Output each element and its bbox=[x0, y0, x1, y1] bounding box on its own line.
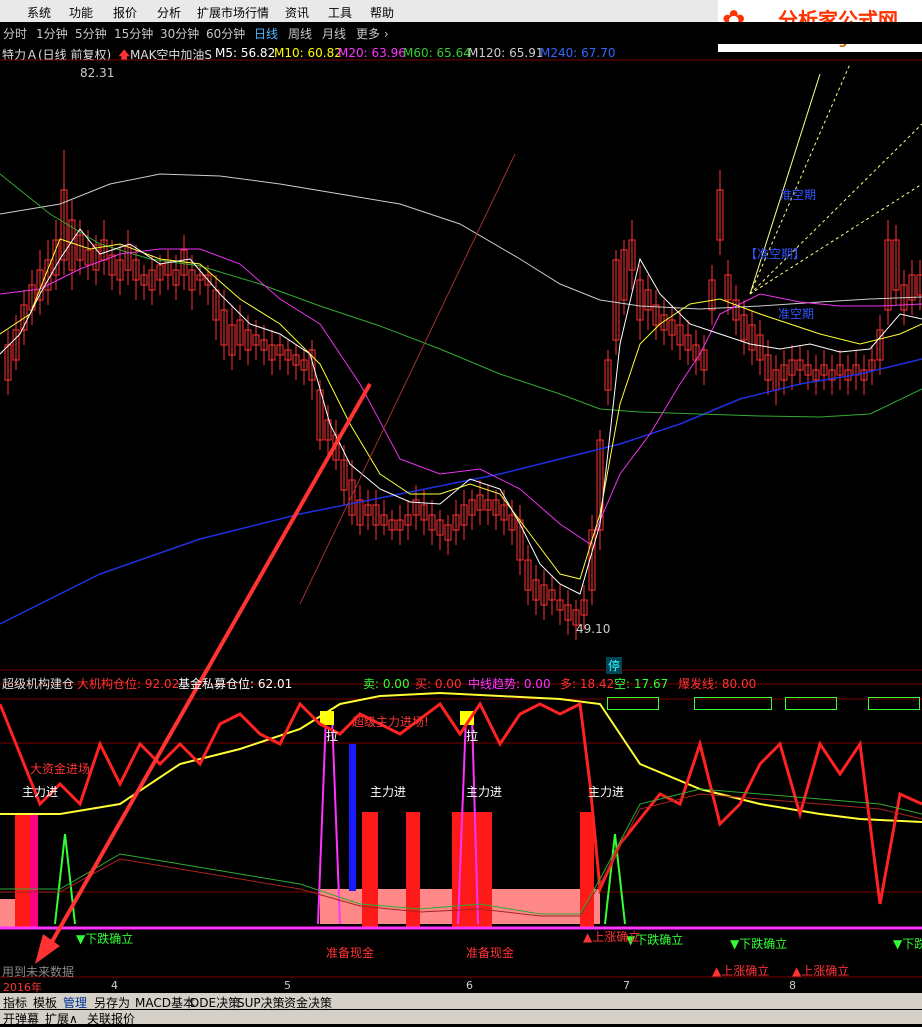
ma240-line bbox=[0, 358, 922, 625]
period-weekly[interactable]: 周线 bbox=[288, 25, 312, 42]
menu-quote[interactable]: 报价 bbox=[113, 4, 137, 21]
date-axis: 2016年 4 5 6 7 8 bbox=[0, 979, 922, 994]
tab-dde[interactable]: DDE决策 bbox=[190, 994, 240, 1011]
date-label: 7 bbox=[623, 979, 630, 992]
period-5min[interactable]: 5分钟 bbox=[75, 25, 107, 42]
fund-value: 基金私募仓位: 62.01 bbox=[178, 677, 293, 691]
main-in-label: 主力进 bbox=[466, 785, 503, 799]
tab-template[interactable]: 模板 bbox=[33, 994, 57, 1011]
sell-value: 卖: 0.00 bbox=[363, 677, 410, 691]
pull-label: 拉 bbox=[326, 729, 339, 743]
tab-manage[interactable]: 管理 bbox=[63, 994, 87, 1011]
date-label: 6 bbox=[466, 979, 473, 992]
date-label: 4 bbox=[111, 979, 118, 992]
period-monthly[interactable]: 月线 bbox=[322, 25, 346, 42]
buy-value: 买: 0.00 bbox=[415, 677, 462, 691]
stop-badge: 停 bbox=[606, 657, 623, 674]
trend-value: 中线趋势: 0.00 bbox=[468, 677, 551, 691]
price-chart[interactable] bbox=[0, 44, 922, 979]
menu-analysis[interactable]: 分析 bbox=[157, 4, 181, 21]
ma5-line bbox=[0, 228, 922, 595]
period-daily[interactable]: 日线 bbox=[254, 25, 278, 42]
candlestick-series bbox=[4, 150, 922, 640]
menu-extended-market[interactable]: 扩展市场行情 bbox=[197, 4, 269, 21]
ma10-line bbox=[0, 238, 922, 580]
main-in-label: 主力进 bbox=[22, 785, 59, 799]
main-in-label: 主力进 bbox=[588, 785, 625, 799]
blue-bar bbox=[349, 744, 356, 891]
tab-sup[interactable]: SUP决策 bbox=[237, 994, 285, 1011]
burst-value: 爆发线: 80.00 bbox=[678, 677, 757, 691]
big-money-label: 大资金进场 bbox=[30, 762, 91, 776]
signal-box bbox=[868, 697, 920, 710]
future-data-label: 用到未来数据 bbox=[2, 965, 75, 979]
main-in-label: 主力进 bbox=[370, 785, 407, 799]
period-timeshare[interactable]: 分时 bbox=[3, 25, 27, 42]
prepare-cash-label: 准备现金 bbox=[466, 946, 515, 960]
expand-button[interactable]: 扩展∧ bbox=[45, 1010, 78, 1027]
period-30min[interactable]: 30分钟 bbox=[160, 25, 199, 42]
menu-help[interactable]: 帮助 bbox=[370, 4, 394, 21]
sub-title: 超级机构建仓 bbox=[2, 677, 75, 691]
signal-box bbox=[694, 697, 772, 710]
chart-annotation-2: 【准空期】 bbox=[745, 247, 806, 261]
up-confirm-label: ▲上涨确立 bbox=[712, 964, 770, 978]
down-confirm-label: ▼下跌确立 bbox=[76, 932, 134, 946]
danmu-button[interactable]: 开弹幕 bbox=[3, 1010, 39, 1027]
date-label: 5 bbox=[284, 979, 291, 992]
related-quote-button[interactable]: 关联报价 bbox=[87, 1010, 135, 1027]
chart-annotation-3: 准空期 bbox=[778, 307, 815, 321]
chart-annotation-1: 准空期 bbox=[780, 188, 817, 202]
down-confirm-label: ▼下跌确立 bbox=[730, 937, 788, 951]
signal-box bbox=[607, 697, 659, 710]
tab-save-as[interactable]: 另存为 bbox=[94, 994, 130, 1011]
pull-label: 拉 bbox=[466, 729, 479, 743]
period-60min[interactable]: 60分钟 bbox=[206, 25, 245, 42]
tab-macd[interactable]: MACD基本 bbox=[135, 994, 195, 1011]
high-price-label: 82.31 bbox=[80, 66, 115, 80]
menu-tools[interactable]: 工具 bbox=[328, 4, 352, 21]
menu-system[interactable]: 系统 bbox=[27, 4, 51, 21]
menu-function[interactable]: 功能 bbox=[69, 4, 93, 21]
big-inst-value: 大机构仓位: 92.02 bbox=[77, 677, 180, 691]
tab-fund[interactable]: 资金决策 bbox=[284, 994, 332, 1011]
tab-indicator[interactable]: 指标 bbox=[3, 994, 27, 1011]
long-value: 多: 18.42 bbox=[560, 677, 615, 691]
short-value: 空: 17.67 bbox=[614, 677, 669, 691]
signal-box bbox=[785, 697, 837, 710]
period-more[interactable]: 更多 › bbox=[356, 25, 389, 42]
up-confirm-label: ▲上涨确立 bbox=[583, 930, 641, 944]
down-confirm-label: ▼下跌确立 bbox=[893, 937, 922, 951]
low-price-label: 49.10 bbox=[576, 622, 611, 636]
status-tabs: 开弹幕 扩展∧ 关联报价 bbox=[0, 1010, 922, 1027]
indicator-tabs: 指标 模板 管理 另存为 MACD基本 DDE决策 SUP决策 资金决策 bbox=[0, 993, 922, 1011]
menu-news[interactable]: 资讯 bbox=[285, 4, 309, 21]
up-confirm-label: ▲上涨确立 bbox=[792, 964, 850, 978]
period-15min[interactable]: 15分钟 bbox=[114, 25, 153, 42]
ma20-line bbox=[0, 248, 922, 545]
date-label: 8 bbox=[789, 979, 796, 992]
super-main-label: 超级主力进场! bbox=[352, 715, 429, 729]
period-1min[interactable]: 1分钟 bbox=[36, 25, 68, 42]
prepare-cash-label: 准备现金 bbox=[326, 946, 375, 960]
